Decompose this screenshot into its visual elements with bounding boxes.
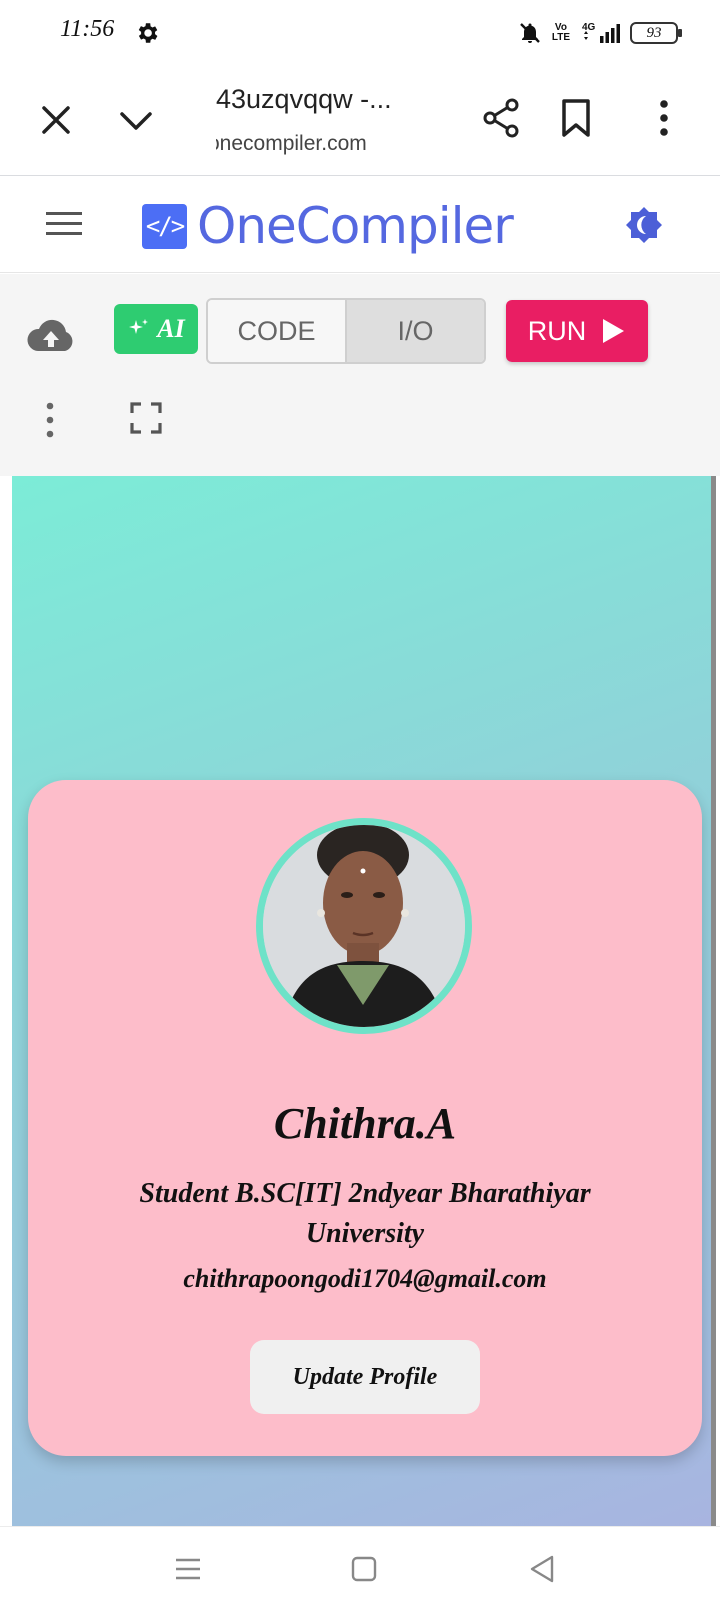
status-bar: 11:56 Vo LTE 4G 93 [0,0,720,64]
profile-photo [263,825,465,1027]
home-icon[interactable] [346,1551,382,1587]
logo-mark: </> [142,203,187,249]
editor-toolbar: AI CODE I/O RUN [0,274,720,476]
play-icon [603,319,625,343]
more-options-icon[interactable] [36,400,64,440]
share-icon[interactable] [480,96,524,140]
chevron-down-icon[interactable] [114,98,158,142]
run-label: RUN [527,315,587,346]
profile-email: chithrapoongodi1704@gmail.com [183,1264,547,1293]
recent-apps-icon[interactable] [170,1551,206,1587]
tab-io[interactable]: I/O [347,300,484,362]
site-header: </> OneCompiler [0,177,720,273]
ai-button[interactable]: AI [114,304,198,354]
settings-gear-icon [138,23,158,43]
sparkle-icon [129,319,149,334]
onecompiler-logo[interactable]: </> OneCompiler [142,197,514,255]
run-button[interactable]: RUN [506,300,648,362]
close-icon[interactable] [34,98,78,142]
browser-toolbar: 43uzqvqqw -... onecompiler.com [0,64,720,176]
system-nav-bar [0,1526,720,1612]
logo-text: OneCompiler [197,197,514,255]
volte-indicator: Vo LTE [551,22,570,43]
more-vertical-icon[interactable] [642,96,686,140]
theme-toggle-icon[interactable] [624,205,664,245]
profile-card: Chithra.A Student B.SC[IT] 2ndyear Bhara… [28,780,702,1456]
output-scrollbar[interactable] [711,476,716,1526]
status-time: 11:56 [60,16,115,42]
page-title[interactable]: 43uzqvqqw -... [216,84,392,115]
update-profile-button[interactable]: Update Profile [250,1340,480,1414]
profile-name: Chithra.A [273,1099,457,1148]
hamburger-menu-icon[interactable] [44,207,84,241]
signal-4g-icon: 4G [582,22,620,43]
bookmark-icon[interactable] [554,96,598,140]
battery-indicator: 93 [630,22,682,44]
cloud-upload-icon[interactable] [26,314,76,358]
code-io-toggle: CODE I/O [206,298,486,364]
fullscreen-icon[interactable] [130,402,162,434]
page-url[interactable]: onecompiler.com [216,132,376,156]
ai-label: AI [157,314,185,343]
profile-role: Student B.SC[IT] 2ndyear Bharathiyar Uni… [139,1178,591,1249]
tab-code[interactable]: CODE [208,300,347,362]
back-icon[interactable] [524,1551,560,1587]
output-preview: Chithra.A Student B.SC[IT] 2ndyear Bhara… [12,476,716,1526]
svg-text:4G: 4G [582,22,596,33]
notifications-muted-icon [519,23,540,43]
profile-avatar [256,818,472,1034]
